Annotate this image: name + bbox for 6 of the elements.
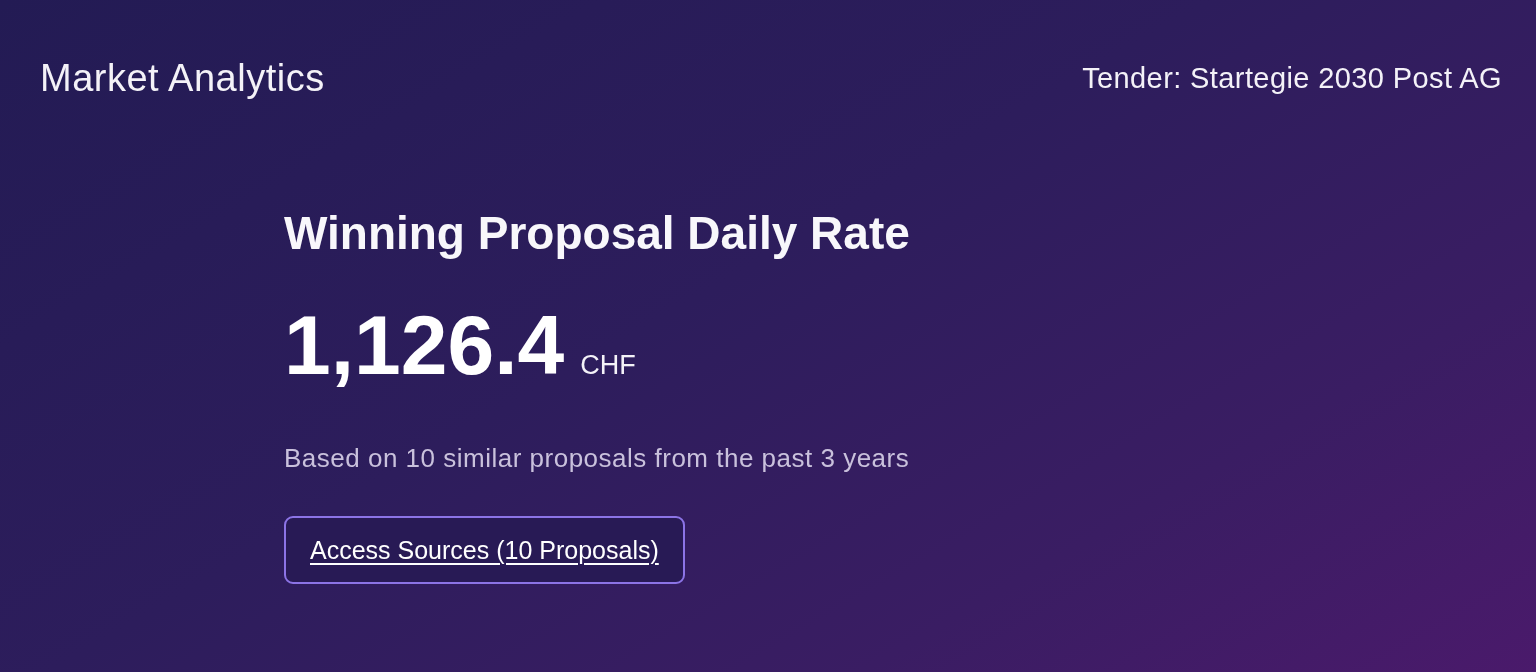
app-title: Market Analytics [40, 56, 325, 101]
currency-unit: CHF [580, 352, 636, 379]
metric-value: 1,126.4 [284, 303, 565, 387]
tender-name: Tender: Startegie 2030 Post AG [1082, 61, 1502, 96]
metric-basis: Based on 10 similar proposals from the past 3 years [284, 443, 910, 474]
access-sources-button[interactable]: Access Sources (10 Proposals) [284, 516, 685, 584]
